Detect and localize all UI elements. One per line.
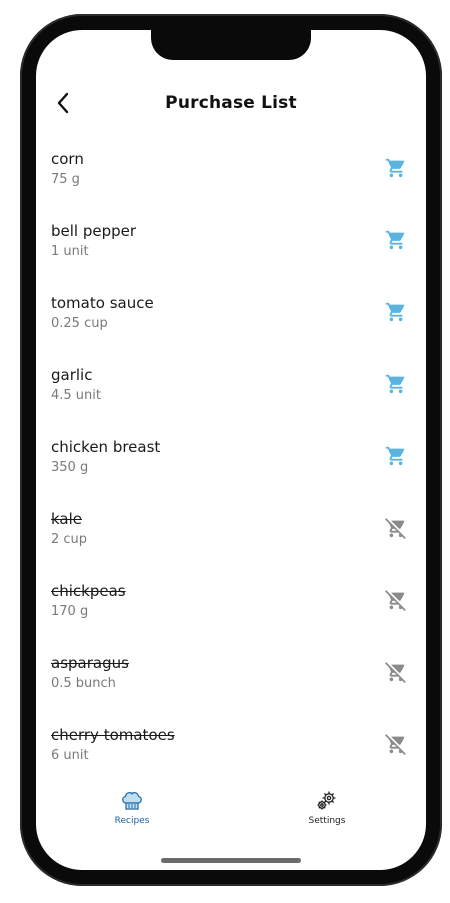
- item-quantity: 0.5 bunch: [51, 676, 116, 691]
- cart-icon: [385, 229, 407, 255]
- bottom-nav: Recipes Settings: [36, 790, 426, 850]
- phone-frame: Purchase List corn 75 g bell pepper 1 unit t…: [20, 14, 442, 886]
- cart-off-icon: [385, 661, 407, 687]
- remove-from-cart-button[interactable]: [382, 516, 410, 544]
- cart-off-icon: [385, 517, 407, 543]
- add-to-cart-button[interactable]: [382, 228, 410, 256]
- item-name: kale: [51, 510, 83, 528]
- cart-icon: [385, 157, 407, 183]
- list-item: corn 75 g: [36, 148, 426, 220]
- item-name: asparagus: [51, 654, 129, 672]
- page-title: Purchase List: [165, 93, 297, 113]
- list-item: bell pepper 1 unit: [36, 220, 426, 292]
- item-name: garlic: [51, 366, 93, 384]
- cart-icon: [385, 373, 407, 399]
- item-quantity: 0.25 cup: [51, 316, 108, 331]
- purchase-list: corn 75 g bell pepper 1 unit tomato sauce 0.2…: [36, 148, 426, 796]
- item-name: tomato sauce: [51, 294, 154, 312]
- item-quantity: 170 g: [51, 604, 89, 619]
- cart-off-icon: [385, 733, 407, 759]
- item-quantity: 350 g: [51, 460, 89, 475]
- list-item: kale 2 cup: [36, 508, 426, 580]
- item-quantity: 2 cup: [51, 532, 88, 547]
- chef-hat-icon: [122, 791, 142, 810]
- list-item: asparagus 0.5 bunch: [36, 652, 426, 724]
- cart-off-icon: [385, 589, 407, 615]
- cart-icon: [385, 445, 407, 471]
- item-quantity: 1 unit: [51, 244, 89, 259]
- item-name: chicken breast: [51, 438, 161, 456]
- item-quantity: 6 unit: [51, 748, 89, 763]
- add-to-cart-button[interactable]: [382, 156, 410, 184]
- cart-icon: [385, 301, 407, 327]
- list-item: chicken breast 350 g: [36, 436, 426, 508]
- home-indicator: [161, 858, 301, 863]
- item-name: cherry tomatoes: [51, 726, 175, 744]
- item-name: chickpeas: [51, 582, 126, 600]
- remove-from-cart-button[interactable]: [382, 732, 410, 760]
- gears-icon: [317, 791, 336, 810]
- list-item: cherry tomatoes 6 unit: [36, 724, 426, 796]
- add-to-cart-button[interactable]: [382, 372, 410, 400]
- add-to-cart-button[interactable]: [382, 300, 410, 328]
- item-name: corn: [51, 150, 84, 168]
- nav-recipes-label: Recipes: [114, 816, 150, 826]
- remove-from-cart-button[interactable]: [382, 660, 410, 688]
- nav-settings[interactable]: Settings: [287, 790, 367, 826]
- list-item: tomato sauce 0.25 cup: [36, 292, 426, 364]
- notch: [151, 30, 311, 60]
- nav-settings-label: Settings: [308, 816, 346, 826]
- item-quantity: 4.5 unit: [51, 388, 101, 403]
- item-quantity: 75 g: [51, 172, 80, 187]
- remove-from-cart-button[interactable]: [382, 588, 410, 616]
- item-name: bell pepper: [51, 222, 137, 240]
- nav-recipes[interactable]: Recipes: [92, 790, 172, 826]
- list-item: chickpeas 170 g: [36, 580, 426, 652]
- screen: Purchase List corn 75 g bell pepper 1 unit t…: [36, 30, 426, 870]
- header: Purchase List: [36, 86, 426, 120]
- add-to-cart-button[interactable]: [382, 444, 410, 472]
- list-item: garlic 4.5 unit: [36, 364, 426, 436]
